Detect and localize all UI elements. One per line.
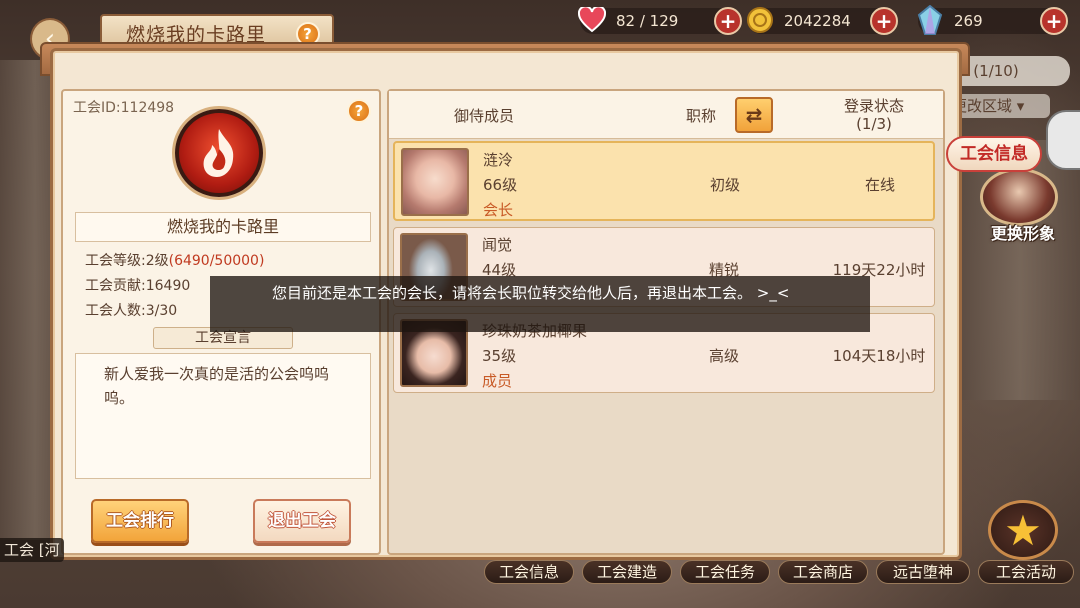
top-bar: ‹ 燃烧我的卡路里 ? 82 / 129 + 2042284 + 269 + bbox=[0, 0, 1080, 60]
column-login-status: 登录状态 bbox=[843, 97, 904, 115]
guild-contribution: 工会贡献:16490 bbox=[85, 278, 191, 294]
stamina-resource: 82 / 129 + bbox=[578, 6, 742, 36]
member-list-header: 御侍成员 职称 ⇄ 登录状态 (1/3) bbox=[389, 91, 943, 139]
online-count: (1/3) bbox=[856, 115, 892, 133]
guild-member-count: 工会人数:3/30 bbox=[85, 303, 178, 319]
swap-sort-button[interactable]: ⇄ bbox=[735, 97, 773, 133]
nav-ancient-fallen-god[interactable]: 远古堕神 bbox=[876, 560, 970, 584]
member-role: 成员 bbox=[482, 372, 513, 390]
nav-guild-tasks[interactable]: 工会任务 bbox=[680, 560, 770, 584]
gold-value: 2042284 bbox=[784, 12, 851, 30]
guild-declaration: 新人爱我一次真的是活的公会呜呜呜。 bbox=[75, 353, 371, 479]
stamina-value: 82 / 129 bbox=[616, 12, 679, 30]
column-member: 御侍成员 bbox=[453, 107, 514, 125]
member-login-status: 104天18小时 bbox=[832, 347, 926, 365]
heart-icon bbox=[576, 4, 608, 36]
gem-value: 269 bbox=[954, 12, 983, 30]
crystal-icon bbox=[914, 4, 946, 36]
member-name: 涟泠 bbox=[483, 151, 514, 169]
nav-guild-build[interactable]: 工会建造 bbox=[582, 560, 672, 584]
guild-level-progress: (6490/50000) bbox=[168, 253, 265, 269]
nav-guild-shop[interactable]: 工会商店 bbox=[778, 560, 868, 584]
magnifier-icon bbox=[1046, 110, 1080, 170]
star-icon[interactable]: ★ bbox=[988, 500, 1058, 560]
nav-guild-events[interactable]: 工会活动 bbox=[978, 560, 1074, 584]
toast-message: 您目前还是本工会的会长，请将会长职位转交给他人后，再退出本工会。 >_< bbox=[210, 276, 870, 332]
quit-guild-button[interactable]: 退出工会 bbox=[253, 499, 351, 543]
guild-help-icon[interactable]: ? bbox=[347, 99, 371, 123]
character-portrait[interactable] bbox=[980, 168, 1058, 226]
member-title: 初级 bbox=[709, 176, 740, 194]
add-stamina-button[interactable]: + bbox=[714, 7, 742, 35]
change-appearance-label[interactable]: 更换形象 bbox=[978, 220, 1068, 244]
column-title: 职称 bbox=[685, 107, 716, 125]
guild-id: 工会ID:112498 bbox=[73, 100, 175, 116]
chat-bar[interactable]: 工会 [河 bbox=[0, 538, 64, 562]
member-role: 会长 bbox=[483, 201, 514, 219]
member-row[interactable]: 涟泠 66级 会长 初级 在线 bbox=[393, 141, 935, 221]
member-login-status: 在线 bbox=[864, 176, 895, 194]
guild-name: 燃烧我的卡路里 bbox=[75, 212, 371, 242]
nav-guild-info[interactable]: 工会信息 bbox=[484, 560, 574, 584]
gold-resource: 2042284 + bbox=[747, 6, 898, 36]
member-title: 高级 bbox=[708, 347, 739, 365]
member-name: 闻觉 bbox=[482, 236, 513, 254]
member-level: 35级 bbox=[482, 347, 517, 365]
member-avatar bbox=[401, 148, 469, 216]
gold-coin-icon bbox=[744, 4, 776, 36]
guild-info-tag[interactable]: 工会信息 bbox=[946, 136, 1042, 172]
add-gem-button[interactable]: + bbox=[1040, 7, 1068, 35]
gem-resource: 269 + bbox=[917, 5, 1068, 36]
guild-level: 工会等级:2级(6490/50000) bbox=[85, 253, 265, 269]
member-level: 66级 bbox=[483, 176, 518, 194]
guild-emblem-flame-icon bbox=[175, 109, 263, 197]
guild-ranking-button[interactable]: 工会排行 bbox=[91, 499, 189, 543]
add-gold-button[interactable]: + bbox=[870, 7, 898, 35]
